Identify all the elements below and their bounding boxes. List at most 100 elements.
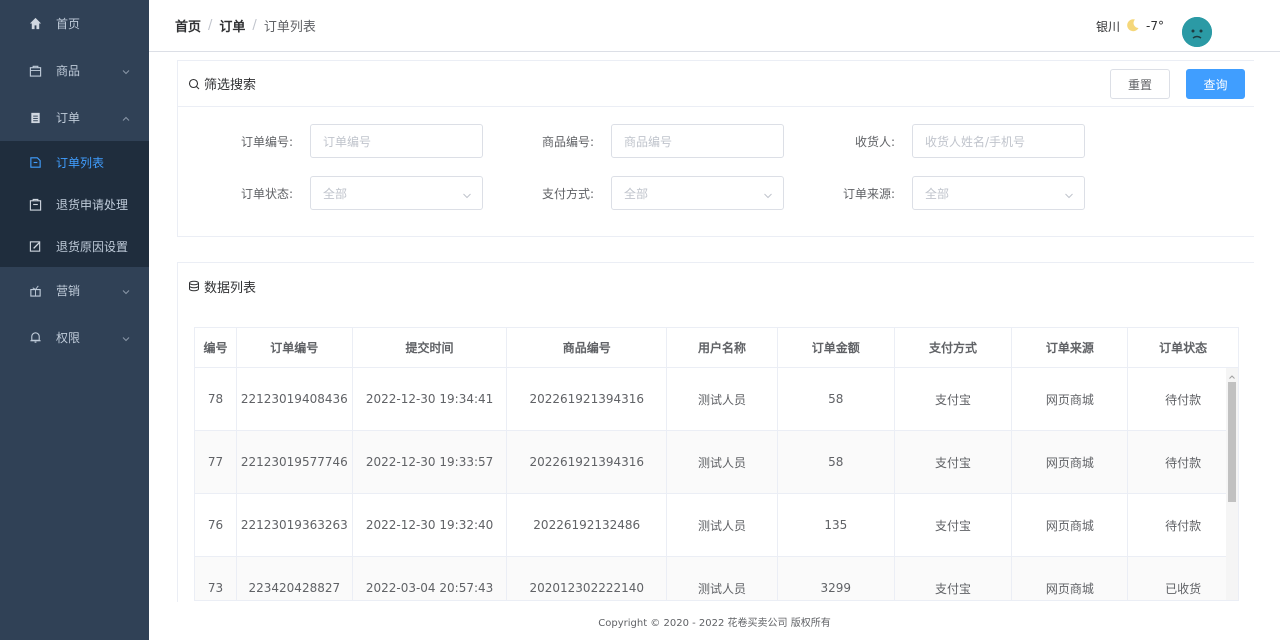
breadcrumb-current: 订单列表 — [263, 20, 316, 35]
sidebar-item-marketing[interactable]: 营销 — [0, 267, 149, 314]
filter-title: 筛选搜索 — [204, 78, 257, 93]
table-row[interactable]: 78 22123019408436 2022-12-30 19:34:41 20… — [195, 368, 1238, 431]
query-button[interactable]: 查询 — [1186, 69, 1245, 99]
moon-icon — [1126, 18, 1140, 35]
column-header[interactable]: 订单来源 — [1012, 328, 1129, 368]
field-label: 订单状态: — [240, 186, 293, 201]
column-header[interactable]: 提交时间 — [352, 328, 508, 368]
table-cell: 58 — [777, 368, 895, 431]
scroll-up-icon[interactable] — [1228, 370, 1236, 379]
column-header[interactable]: 订单状态 — [1128, 328, 1238, 368]
filter-receiver: 收货人: 收货人姓名/手机号 — [796, 124, 1085, 158]
product-no-input[interactable]: 商品编号 — [611, 124, 784, 158]
table-cell: 20226192132486 — [507, 494, 668, 557]
filter-order-no: 订单编号: 订单编号 — [194, 124, 483, 158]
table-cell: 网页商城 — [1012, 557, 1129, 600]
chevron-down-icon — [763, 189, 773, 199]
column-header[interactable]: 订单编号 — [236, 328, 353, 368]
table-cell: 测试人员 — [667, 431, 778, 494]
sidebar-item-return-apply[interactable]: 退货申请处理 — [0, 183, 149, 225]
table-cell: 202261921394316 — [507, 368, 668, 431]
search-icon — [188, 78, 200, 90]
sidebar-item-label: 订单 — [56, 111, 81, 125]
sidebar: 首页 商品 订单 订单列表 退货申请处理 退货原因设置 营销 权限 — [0, 0, 149, 640]
table-cell: 2022-12-30 19:33:57 — [352, 431, 508, 494]
column-header[interactable]: 订单金额 — [777, 328, 895, 368]
filter-pay-type: 支付方式: 全部 — [495, 176, 784, 210]
table-header-row: 编号 订单编号 提交时间 商品编号 用户名称 订单金额 支付方式 订单来源 订单… — [195, 328, 1238, 368]
breadcrumb-order[interactable]: 订单 — [219, 16, 245, 35]
data-title: 数据列表 — [204, 280, 257, 296]
sidebar-item-order-list[interactable]: 订单列表 — [0, 141, 149, 183]
table-row[interactable]: 76 22123019363263 2022-12-30 19:32:40 20… — [195, 494, 1238, 557]
breadcrumb-home[interactable]: 首页 — [175, 16, 201, 35]
table-row[interactable]: 73 223420428827 2022-03-04 20:57:43 2020… — [195, 557, 1238, 600]
table-cell: 76 — [195, 494, 237, 557]
table-cell: 支付宝 — [894, 494, 1013, 557]
field-label: 收货人: — [854, 134, 895, 149]
sidebar-item-label: 营销 — [56, 284, 81, 298]
filter-header: 筛选搜索 — [178, 61, 1254, 107]
edit-icon — [28, 239, 42, 253]
breadcrumb: 首页 / 订单 / 订单列表 — [175, 16, 316, 35]
filter-order-status: 订单状态: 全部 — [194, 176, 483, 210]
reset-button[interactable]: 重置 — [1110, 69, 1170, 99]
pay-type-select[interactable]: 全部 — [611, 176, 784, 210]
table-row[interactable]: 77 22123019577746 2022-12-30 19:33:57 20… — [195, 431, 1238, 494]
sidebar-item-label: 商品 — [56, 64, 81, 78]
select-value: 全部 — [624, 186, 649, 201]
receiver-input[interactable]: 收货人姓名/手机号 — [912, 124, 1085, 158]
order-source-select[interactable]: 全部 — [912, 176, 1085, 210]
sidebar-item-permission[interactable]: 权限 — [0, 314, 149, 361]
sidebar-item-goods[interactable]: 商品 — [0, 47, 149, 94]
data-header: 数据列表 — [178, 263, 1254, 309]
table-cell: 202261921394316 — [507, 431, 668, 494]
chevron-down-icon — [121, 333, 131, 343]
column-header[interactable]: 用户名称 — [667, 328, 778, 368]
table-cell: 2022-12-30 19:32:40 — [352, 494, 508, 557]
column-header[interactable]: 支付方式 — [894, 328, 1013, 368]
bag-icon — [28, 64, 42, 78]
table-cell: 待付款 — [1128, 494, 1238, 557]
table-cell: 支付宝 — [894, 431, 1013, 494]
copyright-text: Copyright © 2020 - 2022 花卷买卖公司 版权所有 — [598, 617, 831, 629]
table-cell: 135 — [777, 494, 895, 557]
footer: Copyright © 2020 - 2022 花卷买卖公司 版权所有 — [149, 602, 1280, 640]
table-scrollbar[interactable] — [1226, 368, 1238, 600]
field-label: 订单编号: — [240, 134, 293, 149]
breadcrumb-separator: / — [252, 18, 257, 33]
table-cell: 202012302222140 — [507, 557, 668, 600]
table-cell: 支付宝 — [894, 368, 1013, 431]
filter-order-source: 订单来源: 全部 — [796, 176, 1085, 210]
column-header[interactable]: 商品编号 — [507, 328, 668, 368]
table-cell: 2022-03-04 20:57:43 — [353, 557, 508, 600]
table-cell: 2022-12-30 19:34:41 — [352, 368, 508, 431]
database-icon — [188, 280, 200, 292]
table-cell: 支付宝 — [895, 557, 1013, 600]
field-label: 订单来源: — [842, 186, 895, 201]
table-cell: 测试人员 — [667, 557, 778, 600]
order-status-select[interactable]: 全部 — [310, 176, 483, 210]
avatar[interactable] — [1182, 17, 1212, 47]
order-table: 编号 订单编号 提交时间 商品编号 用户名称 订单金额 支付方式 订单来源 订单… — [194, 327, 1239, 601]
select-value: 全部 — [925, 186, 950, 201]
sidebar-item-order[interactable]: 订单 — [0, 94, 149, 141]
field-label: 商品编号: — [541, 134, 594, 149]
table-body: 78 22123019408436 2022-12-30 19:34:41 20… — [195, 368, 1238, 600]
order-no-input[interactable]: 订单编号 — [310, 124, 483, 158]
table-cell: 22123019408436 — [236, 368, 353, 431]
sidebar-item-label: 退货申请处理 — [56, 197, 129, 212]
weather-temp: -7° — [1146, 19, 1164, 33]
column-header[interactable]: 编号 — [195, 328, 237, 368]
table-cell: 网页商城 — [1012, 368, 1129, 431]
table-cell: 测试人员 — [667, 368, 778, 431]
chevron-down-icon — [121, 66, 131, 76]
chevron-down-icon — [462, 189, 472, 199]
sidebar-item-return-reason[interactable]: 退货原因设置 — [0, 225, 149, 267]
return-icon — [28, 197, 42, 211]
select-value: 全部 — [323, 186, 348, 201]
table-cell: 待付款 — [1128, 431, 1238, 494]
sidebar-item-home[interactable]: 首页 — [0, 0, 149, 47]
table-cell: 3299 — [778, 557, 895, 600]
scrollbar-thumb[interactable] — [1228, 382, 1236, 502]
